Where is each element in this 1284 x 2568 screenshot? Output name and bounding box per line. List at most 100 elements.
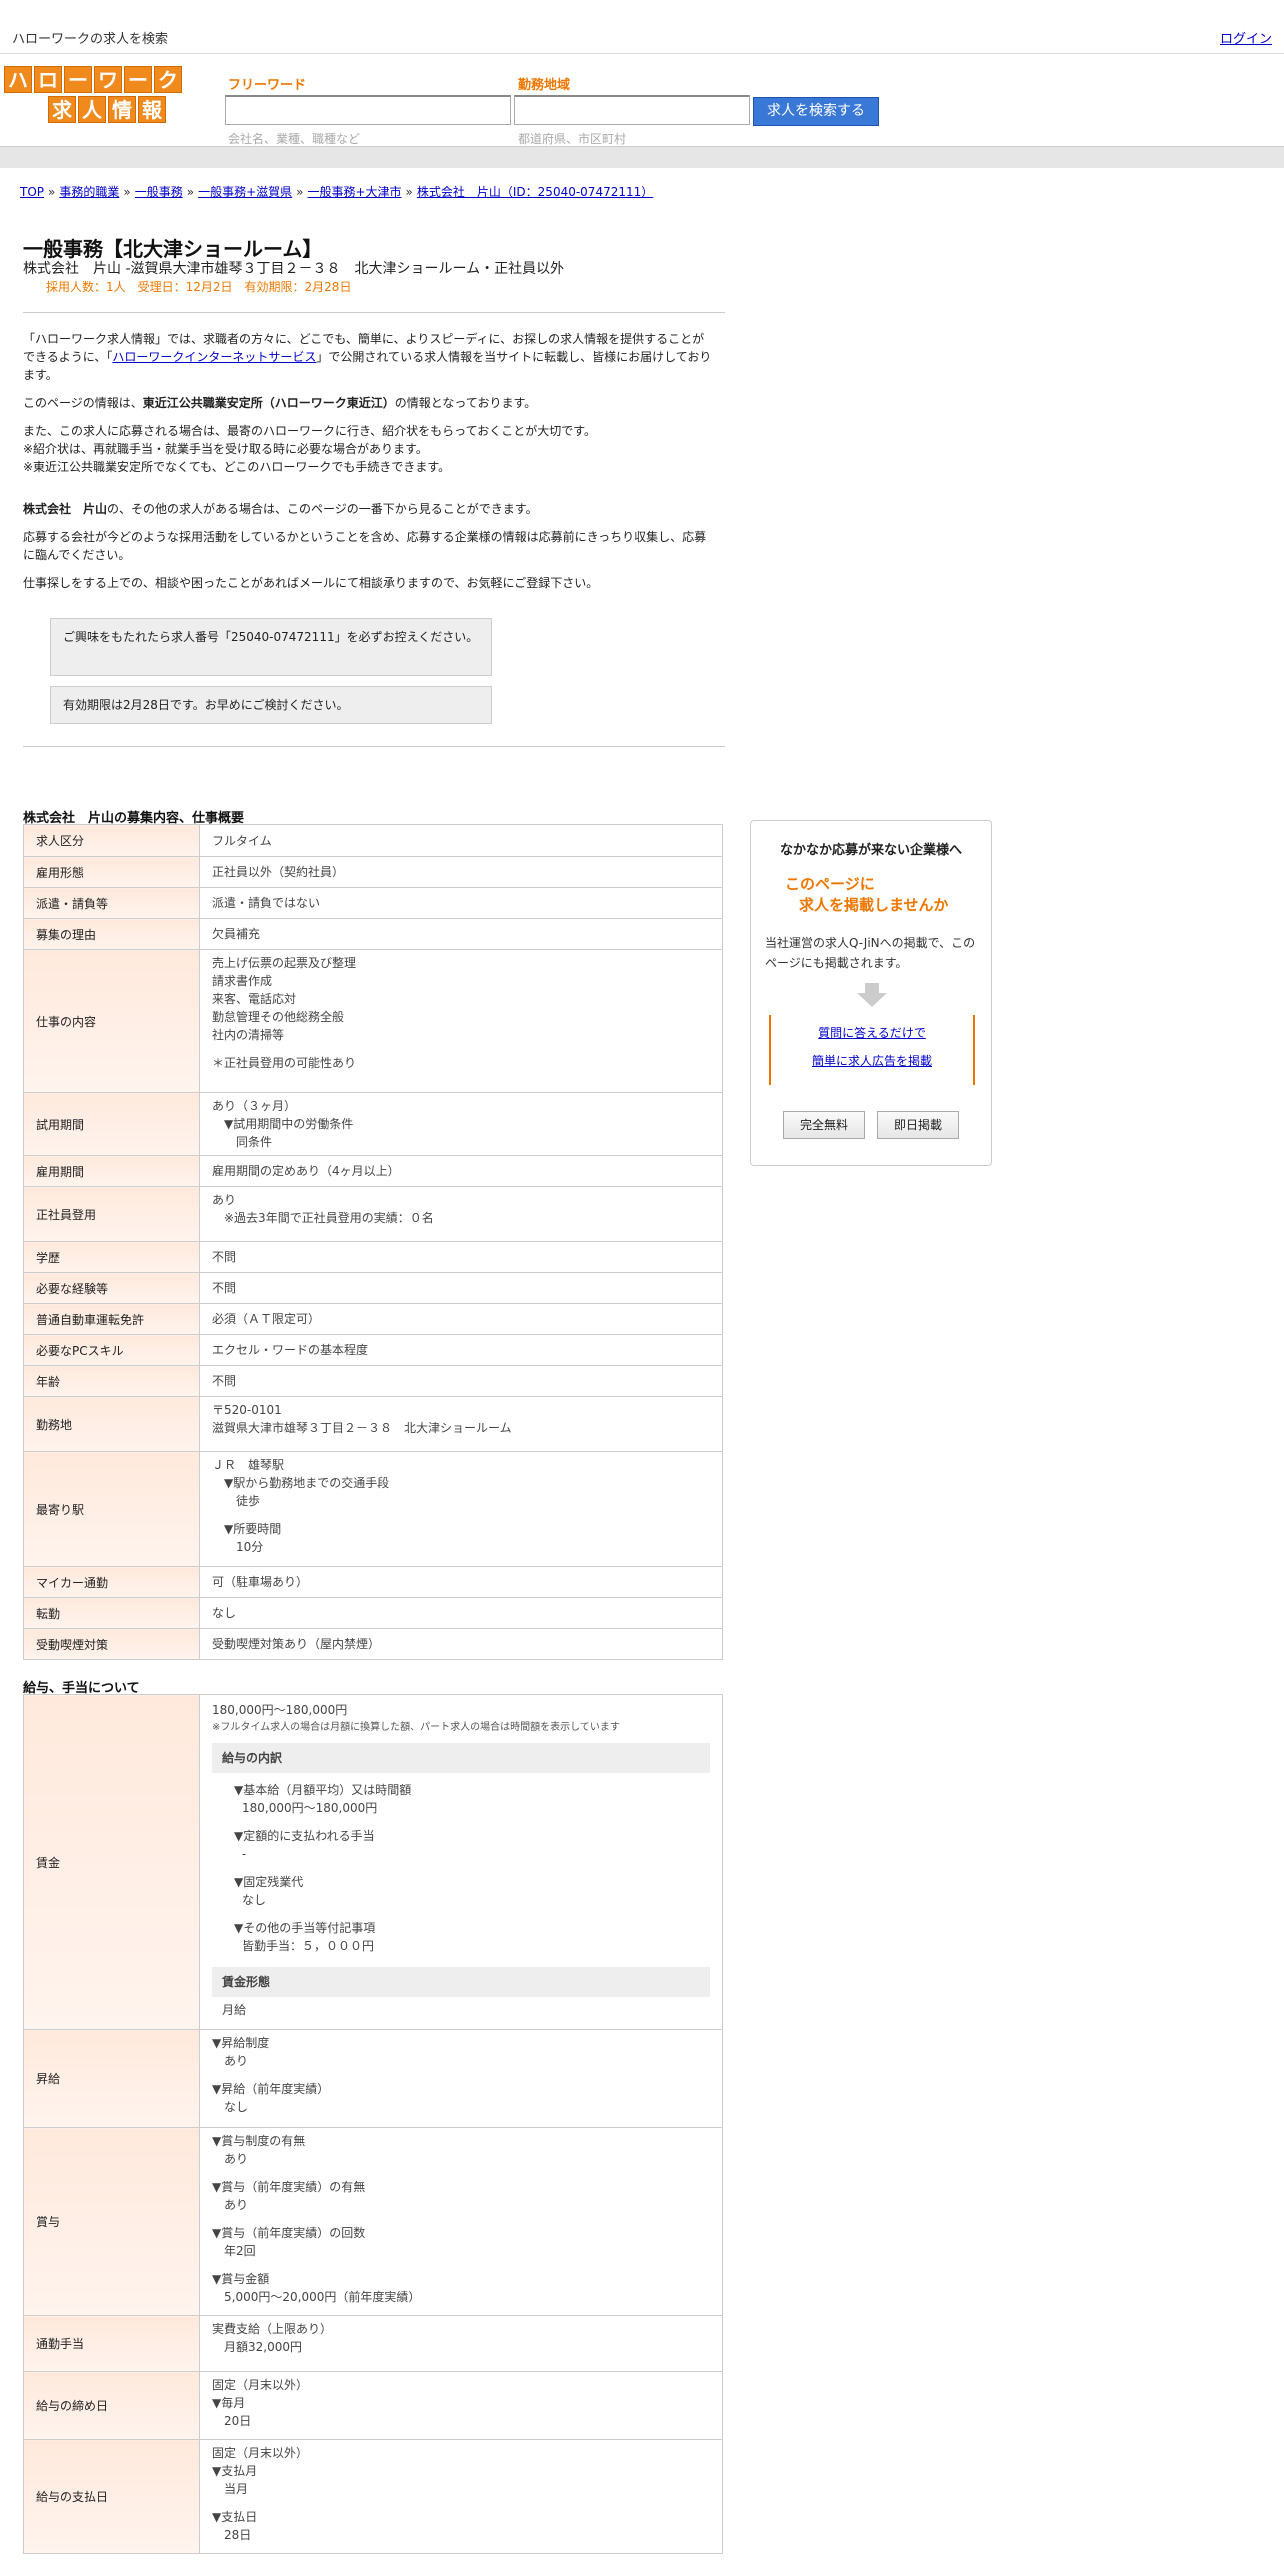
sidebar-text: 当社運営の求人Q-JiNへの掲載で、このページにも掲載されます。	[765, 936, 976, 970]
breadcrumb-link[interactable]: 株式会社 片山（ID：25040-07472111）	[417, 185, 653, 199]
intro-paragraph-6: 仕事探しをする上での、相談や困ったことがあればメールにて相談承りますので、お気軽…	[23, 576, 599, 590]
logo-char: ー	[124, 66, 152, 93]
search-button[interactable]: 求人を検索する	[753, 97, 879, 126]
row-value: 実費支給（上限あり） 月額32,000円	[199, 2315, 723, 2372]
row-key: 試用期間	[23, 1092, 200, 1156]
table-row: 試用期間 あり（３ヶ月） ▼試用期間中の労働条件 同条件	[23, 1092, 723, 1156]
table-row: 勤務地 〒520-0101 滋賀県大津市雄琴３丁目２－３８ 北大津ショールーム	[23, 1396, 723, 1452]
table-row: 最寄り駅 ＪＲ 雄琴駅 ▼駅から勤務地までの交通手段 徒歩 ▼所要時間 10分	[23, 1451, 723, 1567]
row-key: 学歴	[23, 1241, 200, 1273]
table-row: 必要な経験等 不問	[23, 1272, 723, 1304]
freeword-input[interactable]	[225, 95, 511, 125]
row-key: 仕事の内容	[23, 949, 200, 1093]
row-key: 最寄り駅	[23, 1451, 200, 1567]
row-value: ▼昇給制度 あり ▼昇給（前年度実績） なし	[199, 2029, 723, 2128]
breakdown-heading: 給与の内訳	[212, 1743, 710, 1773]
row-key: 賃金	[23, 1694, 200, 2030]
row-value: ▼賞与制度の有無 あり ▼賞与（前年度実績）の有無 あり ▼賞与（前年度実績）の回数…	[199, 2127, 723, 2316]
table-row: 正社員登用 あり ※過去3年間で正社員登用の実績：０名	[23, 1186, 723, 1242]
row-key: 求人区分	[23, 824, 200, 857]
breadcrumb-link[interactable]: 事務的職業	[59, 185, 119, 199]
table-row: 給与の支払日 固定（月末以外） ▼支払月 当月 ▼支払日 28日	[23, 2439, 723, 2554]
logo-char: ク	[154, 66, 182, 93]
site-title: ハローワークの求人を検索	[12, 32, 169, 47]
salary-details-table: 賃金 180,000円〜180,000円 ※フルタイム求人の場合は月額に換算した…	[23, 1694, 723, 2554]
breadcrumb-separator: »	[296, 185, 304, 199]
hellowork-internet-link[interactable]: ハローワークインターネットサービス	[112, 350, 316, 364]
row-value: 不問	[199, 1241, 723, 1273]
row-value: 可（駐車場あり）	[199, 1566, 723, 1598]
breadcrumb-separator: »	[405, 185, 413, 199]
breadcrumb-link[interactable]: 一般事務+滋賀県	[198, 185, 292, 199]
table-row: 受動喫煙対策 受動喫煙対策あり（屋内禁煙）	[23, 1628, 723, 1660]
advertise-sidebar: なかなか応募が来ない企業様へ このページに 求人を掲載しませんか 当社運営の求人…	[750, 820, 992, 1166]
table-row: 募集の理由 欠員補充	[23, 918, 723, 950]
breadcrumb-link[interactable]: TOP	[20, 185, 44, 199]
same-day-button[interactable]: 即日掲載	[877, 1111, 959, 1139]
logo-char: ハ	[4, 66, 32, 93]
table-row: 給与の締め日 固定（月末以外） ▼毎月 20日	[23, 2371, 723, 2440]
row-value: エクセル・ワードの基本程度	[199, 1334, 723, 1366]
area-input[interactable]	[514, 95, 750, 125]
job-number-note: ご興味をもたれたら求人番号「25040-07472111」を必ずお控えください。	[50, 618, 492, 676]
area-label: 勤務地域	[518, 78, 571, 93]
down-arrow-icon	[857, 983, 887, 1007]
table-row: 学歴 不問	[23, 1241, 723, 1273]
free-button[interactable]: 完全無料	[783, 1111, 865, 1139]
sidebar-link-1[interactable]: 質問に答えるだけで	[818, 1026, 926, 1040]
breadcrumb-link[interactable]: 一般事務	[135, 185, 183, 199]
table-row: 賞与 ▼賞与制度の有無 あり ▼賞与（前年度実績）の有無 あり ▼賞与（前年度実績）の…	[23, 2127, 723, 2316]
row-value: 受動喫煙対策あり（屋内禁煙）	[199, 1628, 723, 1660]
row-value: 雇用期間の定めあり（4ヶ月以上）	[199, 1155, 723, 1187]
breadcrumb-separator: »	[48, 185, 56, 199]
row-key: 昇給	[23, 2029, 200, 2128]
row-value: 不問	[199, 1272, 723, 1304]
row-key: 雇用形態	[23, 856, 200, 888]
logo-char: ロ	[34, 66, 62, 93]
sidebar-link-box: 質問に答えるだけで 簡単に求人広告を掲載	[769, 1015, 975, 1085]
table-row: 普通自動車運転免許 必須（ＡＴ限定可）	[23, 1303, 723, 1335]
recruit-details-table: 求人区分 フルタイム 雇用形態 正社員以外（契約社員） 派遣・請負等 派遣・請負ではない募…	[23, 824, 723, 1660]
breadcrumb: TOP» 事務的職業» 一般事務» 一般事務+滋賀県» 一般事務+大津市» 株式会社 片山…	[20, 183, 653, 200]
breadcrumb-link[interactable]: 一般事務+大津市	[307, 185, 401, 199]
divider	[23, 746, 725, 747]
row-value: 必須（ＡＴ限定可）	[199, 1303, 723, 1335]
wage-form-value: 月給	[222, 2003, 247, 2017]
table-row: 転勤 なし	[23, 1597, 723, 1629]
row-value: 〒520-0101 滋賀県大津市雄琴３丁目２－３８ 北大津ショールーム	[199, 1396, 723, 1452]
sidebar-link-2[interactable]: 簡単に求人広告を掲載	[812, 1054, 932, 1068]
table-row: マイカー通勤 可（駐車場あり）	[23, 1566, 723, 1598]
freeword-label: フリーワード	[228, 78, 307, 93]
login-link[interactable]: ログイン	[1220, 28, 1272, 47]
row-value: 売上げ伝票の起票及び整理 請求書作成 来客、電話応対 勤怠管理その他総務全般 社内の清掃…	[199, 949, 723, 1093]
table-row: 求人区分 フルタイム	[23, 824, 723, 857]
table-row: 雇用期間 雇用期間の定めあり（4ヶ月以上）	[23, 1155, 723, 1187]
row-value: 正社員以外（契約社員）	[199, 856, 723, 888]
row-key: 通勤手当	[23, 2315, 200, 2372]
row-key: 正社員登用	[23, 1186, 200, 1242]
row-value: あり ※過去3年間で正社員登用の実績：０名	[199, 1186, 723, 1242]
table-row: 賃金 180,000円〜180,000円 ※フルタイム求人の場合は月額に換算した…	[23, 1694, 723, 2030]
logo-char: 情	[108, 96, 136, 123]
intro-paragraph-2: このページの情報は、東近江公共職業安定所（ハローワーク東近江）の情報となっており…	[23, 396, 537, 410]
hellowork-logo[interactable]: ハローワーク 求人情報	[4, 66, 182, 124]
row-value: 固定（月末以外） ▼支払月 当月 ▼支払日 28日	[199, 2439, 723, 2554]
deadline-note: 有効期限は2月28日です。お早めにご検討ください。	[50, 686, 492, 724]
sidebar-orange-line-2: 求人を掲載しませんか	[799, 896, 949, 914]
logo-char: 求	[48, 96, 76, 123]
row-key: 必要な経験等	[23, 1272, 200, 1304]
row-value: 固定（月末以外） ▼毎月 20日	[199, 2371, 723, 2440]
logo-char: ー	[64, 66, 92, 93]
breadcrumb-separator: »	[186, 185, 195, 199]
row-key: 雇用期間	[23, 1155, 200, 1187]
table-row: 必要なPCスキル エクセル・ワードの基本程度	[23, 1334, 723, 1366]
row-key: 転勤	[23, 1597, 200, 1629]
logo-char: ワ	[94, 66, 122, 93]
freeword-placeholder: 会社名、業種、職種など	[228, 132, 361, 146]
wage-form-heading: 賃金形態	[212, 1967, 710, 1997]
logo-char: 人	[78, 96, 106, 123]
area-placeholder: 都道府県、市区町村	[518, 132, 627, 146]
gray-separator-bar	[0, 146, 1284, 168]
row-key: 派遣・請負等	[23, 887, 200, 919]
breakdown-list: ▼基本給（月額平均）又は時間額 180,000円〜180,000円 ▼定額的に支払わ…	[234, 1783, 412, 1953]
